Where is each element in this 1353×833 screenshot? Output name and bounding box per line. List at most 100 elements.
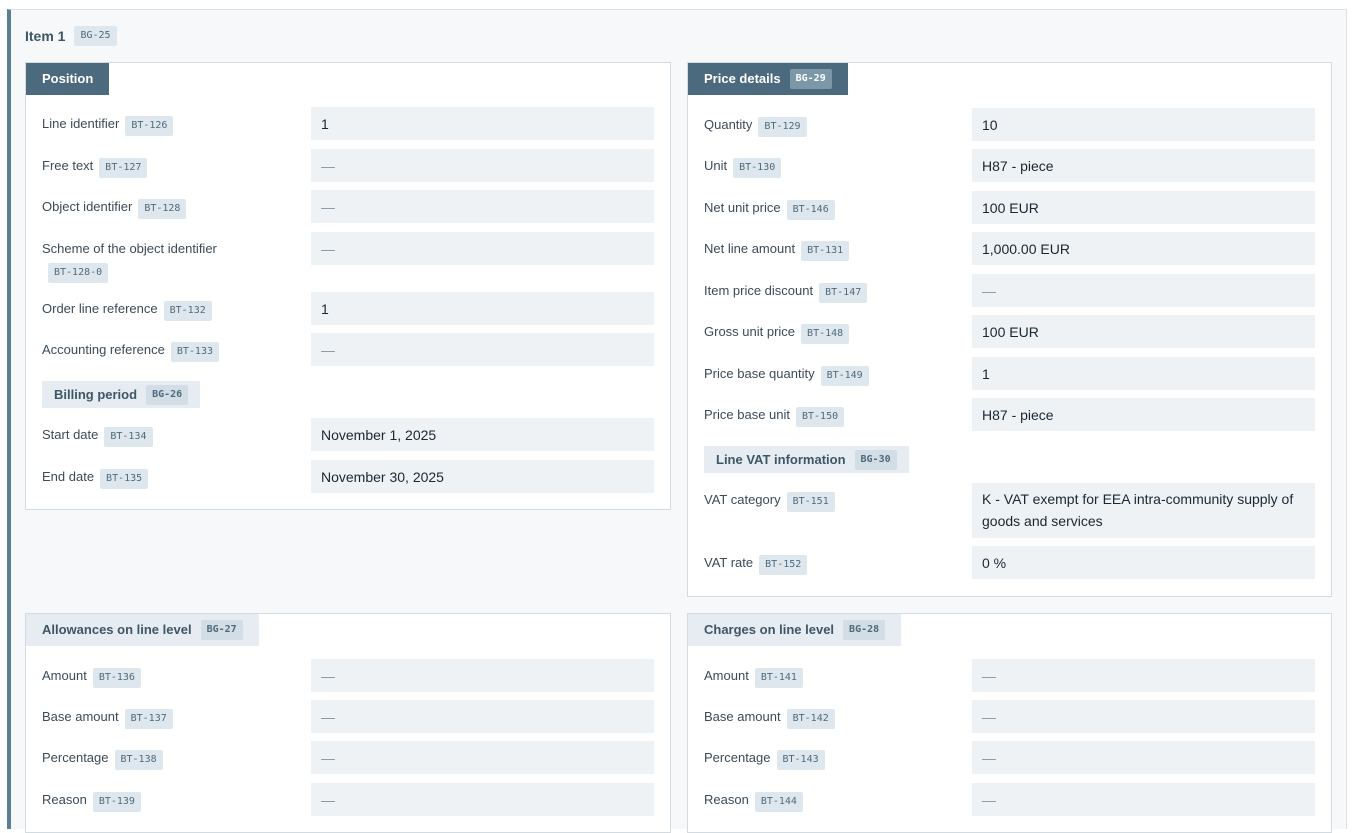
field-code-badge: BT-146: [786, 200, 835, 220]
field-value: —: [311, 232, 654, 265]
field-value: 1: [311, 292, 654, 325]
field-label: Scheme of the object identifier BT-128-0: [42, 238, 272, 283]
field-label: Quantity BT-129: [704, 114, 807, 137]
field-code-badge: BT-147: [819, 283, 868, 303]
field-label: Percentage BT-143: [704, 747, 825, 770]
field-label-text: Percentage: [42, 750, 109, 765]
field-label: Percentage BT-138: [42, 747, 163, 770]
field-value: —: [972, 659, 1315, 692]
field-label-text: Base amount: [42, 709, 119, 724]
field-row: VAT category BT-151 K - VAT exempt for EE…: [704, 483, 1315, 539]
field-row: Free text BT-127 —: [42, 149, 654, 183]
field-code-badge: BT-143: [776, 750, 825, 770]
line-vat-code-badge: BG-30: [854, 449, 897, 470]
line-vat-title: Line VAT information: [716, 452, 846, 467]
item-header: Item 1 BG-25: [25, 26, 117, 46]
field-label-text: Price base unit: [704, 407, 790, 422]
field-code-badge: BT-141: [754, 668, 803, 688]
field-code-badge: BT-128-0: [48, 263, 109, 283]
field-label-text: Net unit price: [704, 200, 781, 215]
field-code-badge: BT-128: [138, 199, 187, 219]
field-value: —: [972, 700, 1315, 733]
field-row: Object identifier BT-128 —: [42, 190, 654, 224]
field-row: Start date BT-134 November 1, 2025: [42, 418, 654, 452]
field-label: Base amount BT-137: [42, 706, 173, 729]
field-label: Reason BT-139: [42, 789, 141, 812]
field-code-badge: BT-149: [820, 366, 869, 386]
field-row: Accounting reference BT-133 —: [42, 333, 654, 367]
allowances-title: Allowances on line level: [42, 622, 192, 637]
field-value: 10: [972, 108, 1315, 141]
field-label-text: Base amount: [704, 709, 781, 724]
field-label-text: VAT rate: [704, 555, 754, 570]
field-value: November 30, 2025: [311, 460, 654, 493]
field-label: Line identifier BT-126: [42, 113, 174, 136]
field-row: Percentage BT-143 —: [704, 741, 1315, 775]
field-label-text: Line identifier: [42, 116, 120, 131]
allowances-panel: Allowances on line level BG-27 Amount BT-…: [25, 613, 671, 833]
field-label-text: Reason: [42, 792, 87, 807]
field-label: Reason BT-144: [704, 789, 803, 812]
field-label: Base amount BT-142: [704, 706, 835, 729]
field-row: Base amount BT-142 —: [704, 700, 1315, 734]
field-label-text: Quantity: [704, 117, 753, 132]
field-code-badge: BT-130: [733, 158, 782, 178]
field-code-badge: BT-138: [114, 750, 163, 770]
field-value: —: [311, 700, 654, 733]
field-row: Gross unit price BT-148 100 EUR: [704, 315, 1315, 349]
field-code-badge: BT-134: [104, 427, 153, 447]
field-code-badge: BT-127: [99, 158, 148, 178]
field-value: —: [972, 741, 1315, 774]
field-code-badge: BT-148: [801, 324, 850, 344]
field-value: —: [311, 659, 654, 692]
field-label-text: Free text: [42, 158, 94, 173]
field-value: —: [311, 783, 654, 816]
field-label-text: Net line amount: [704, 241, 796, 256]
field-value: 100 EUR: [972, 315, 1315, 348]
field-label-text: Reason: [704, 792, 749, 807]
field-value: —: [311, 149, 654, 182]
item-section: Item 1 BG-25 Position Line identifier BT-…: [7, 9, 1347, 833]
field-value: 100 EUR: [972, 191, 1315, 224]
field-label: Net unit price BT-146: [704, 197, 835, 220]
field-code-badge: BT-136: [92, 668, 141, 688]
field-code-badge: BT-129: [758, 117, 807, 137]
field-label-text: Amount: [42, 668, 87, 683]
field-code-badge: BT-126: [125, 116, 174, 136]
field-row: Price base unit BT-150 H87 - piece: [704, 398, 1315, 432]
field-row: Order line reference BT-132 1: [42, 292, 654, 326]
field-label: Object identifier BT-128: [42, 196, 187, 219]
field-value: —: [311, 190, 654, 223]
field-label-text: Scheme of the object identifier: [42, 241, 217, 256]
item-title: Item 1: [25, 28, 66, 44]
billing-period-code-badge: BG-26: [146, 384, 189, 405]
field-code-badge: BT-142: [786, 709, 835, 729]
field-label-text: Percentage: [704, 750, 771, 765]
billing-period-subheader: Billing period BG-26: [42, 381, 201, 408]
price-details-panel-title: Price details BG-29: [688, 63, 848, 95]
field-label-text: Order line reference: [42, 301, 158, 316]
field-row: Reason BT-139 —: [42, 783, 654, 817]
billing-period-title: Billing period: [54, 387, 138, 402]
field-value: K - VAT exempt for EEA intra-community s…: [972, 483, 1315, 538]
field-value: H87 - piece: [972, 149, 1315, 182]
field-code-badge: BT-131: [801, 241, 850, 261]
field-label-text: Price base quantity: [704, 366, 815, 381]
field-label: Item price discount BT-147: [704, 280, 868, 303]
field-label: Order line reference BT-132: [42, 298, 212, 321]
field-code-badge: BT-132: [163, 301, 212, 321]
field-row: Line identifier BT-126 1: [42, 107, 654, 141]
field-row: Net unit price BT-146 100 EUR: [704, 191, 1315, 225]
field-value: 1: [311, 107, 654, 140]
field-label-text: Gross unit price: [704, 324, 796, 339]
field-row: Net line amount BT-131 1,000.00 EUR: [704, 232, 1315, 266]
field-row: Percentage BT-138 —: [42, 741, 654, 775]
field-row: Amount BT-136 —: [42, 659, 654, 693]
field-row: Unit BT-130 H87 - piece: [704, 149, 1315, 183]
field-label-text: Accounting reference: [42, 342, 165, 357]
charges-title: Charges on line level: [704, 622, 835, 637]
field-label-text: Start date: [42, 427, 99, 442]
position-title: Position: [42, 71, 94, 86]
field-row: Amount BT-141 —: [704, 659, 1315, 693]
field-label: Unit BT-130: [704, 155, 782, 178]
